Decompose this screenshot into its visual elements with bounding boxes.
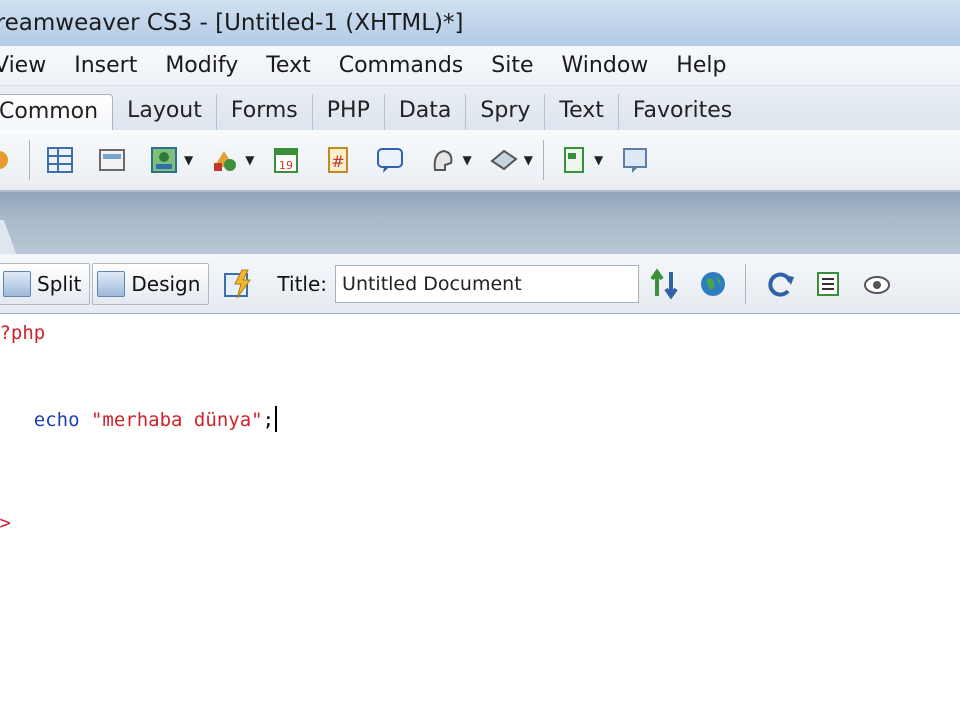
- menu-text[interactable]: Text: [252, 53, 325, 78]
- design-label: Design: [131, 271, 201, 296]
- table-icon[interactable]: [43, 143, 77, 177]
- document-title-input[interactable]: [335, 264, 640, 303]
- window-titlebar: Dreamweaver CS3 - [Untitled-1 (XHTML)*]: [0, 0, 960, 46]
- svg-text:#: #: [332, 152, 345, 171]
- window-title: Dreamweaver CS3 - [Untitled-1 (XHTML)*]: [0, 10, 464, 36]
- templates-icon[interactable]: [557, 143, 591, 177]
- chevron-down-icon[interactable]: ▼: [462, 153, 471, 167]
- div-icon[interactable]: [95, 143, 129, 177]
- menu-bar: View Insert Modify Text Commands Site Wi…: [0, 46, 960, 86]
- code-string-literal: "merhaba dünya": [90, 409, 263, 431]
- split-view-button[interactable]: Split: [0, 262, 91, 305]
- code-line-php-close: ?>: [0, 512, 11, 534]
- comment-icon[interactable]: [373, 143, 407, 177]
- preview-in-browser-icon[interactable]: [697, 267, 731, 301]
- code-editor[interactable]: <?php echo "merhaba dünya"; ?>: [0, 314, 960, 720]
- tag-chooser-icon[interactable]: [618, 143, 652, 177]
- image-icon[interactable]: [147, 143, 181, 177]
- file-management-icon[interactable]: [649, 267, 683, 301]
- document-toolbar: Split Design Title:: [0, 254, 960, 314]
- tab-favorites[interactable]: Favorites: [619, 94, 746, 130]
- tab-php[interactable]: PHP: [313, 94, 385, 130]
- split-label: Split: [37, 271, 82, 296]
- tab-layout[interactable]: Layout: [113, 94, 217, 130]
- tab-forms[interactable]: Forms: [217, 94, 313, 130]
- media-icon[interactable]: [208, 143, 242, 177]
- chevron-down-icon[interactable]: ▼: [524, 153, 533, 167]
- code-line-echo: echo "merhaba dünya";: [0, 384, 278, 454]
- visual-aids-icon[interactable]: [860, 267, 894, 301]
- document-tab[interactable]: [0, 220, 17, 254]
- menu-help[interactable]: Help: [662, 53, 740, 78]
- text-cursor: [275, 406, 278, 432]
- menu-modify[interactable]: Modify: [151, 53, 252, 78]
- view-options-icon[interactable]: [812, 267, 846, 301]
- svg-text:19: 19: [279, 159, 293, 172]
- document-tab-strip: [0, 192, 960, 254]
- code-keyword-echo: echo: [33, 409, 80, 431]
- chevron-down-icon[interactable]: ▼: [245, 153, 254, 167]
- code-line-php-open: <?php: [0, 322, 46, 344]
- chevron-down-icon[interactable]: ▼: [594, 153, 603, 167]
- server-side-include-icon[interactable]: #: [321, 143, 355, 177]
- script-icon[interactable]: [487, 143, 521, 177]
- hyperlink-icon[interactable]: [0, 143, 16, 177]
- code-semicolon: ;: [262, 409, 275, 431]
- chevron-down-icon[interactable]: ▼: [184, 153, 193, 167]
- refresh-icon[interactable]: [764, 267, 798, 301]
- menu-site[interactable]: Site: [477, 53, 547, 78]
- design-view-icon: [97, 270, 126, 297]
- split-view-icon: [3, 270, 31, 297]
- insert-bar-tabs: Common Layout Forms PHP Data Spry Text F…: [0, 86, 960, 130]
- insert-toolbar: ▼ ▼ 19 # ▼ ▼ ▼: [0, 130, 960, 192]
- head-icon[interactable]: [425, 143, 459, 177]
- tab-text[interactable]: Text: [545, 94, 619, 130]
- tab-data[interactable]: Data: [385, 94, 467, 130]
- date-icon[interactable]: 19: [269, 143, 303, 177]
- title-label: Title:: [277, 271, 328, 296]
- toolbar-separator: [29, 140, 30, 180]
- design-view-button[interactable]: Design: [92, 262, 210, 305]
- menu-window[interactable]: Window: [548, 53, 663, 78]
- tab-common[interactable]: Common: [0, 94, 114, 130]
- toolbar-separator: [542, 140, 544, 180]
- toolbar-separator: [745, 263, 747, 304]
- menu-commands[interactable]: Commands: [325, 53, 478, 78]
- menu-insert[interactable]: Insert: [60, 53, 151, 78]
- menu-view[interactable]: View: [0, 53, 60, 78]
- live-data-icon[interactable]: [221, 267, 255, 301]
- tab-spry[interactable]: Spry: [466, 94, 546, 130]
